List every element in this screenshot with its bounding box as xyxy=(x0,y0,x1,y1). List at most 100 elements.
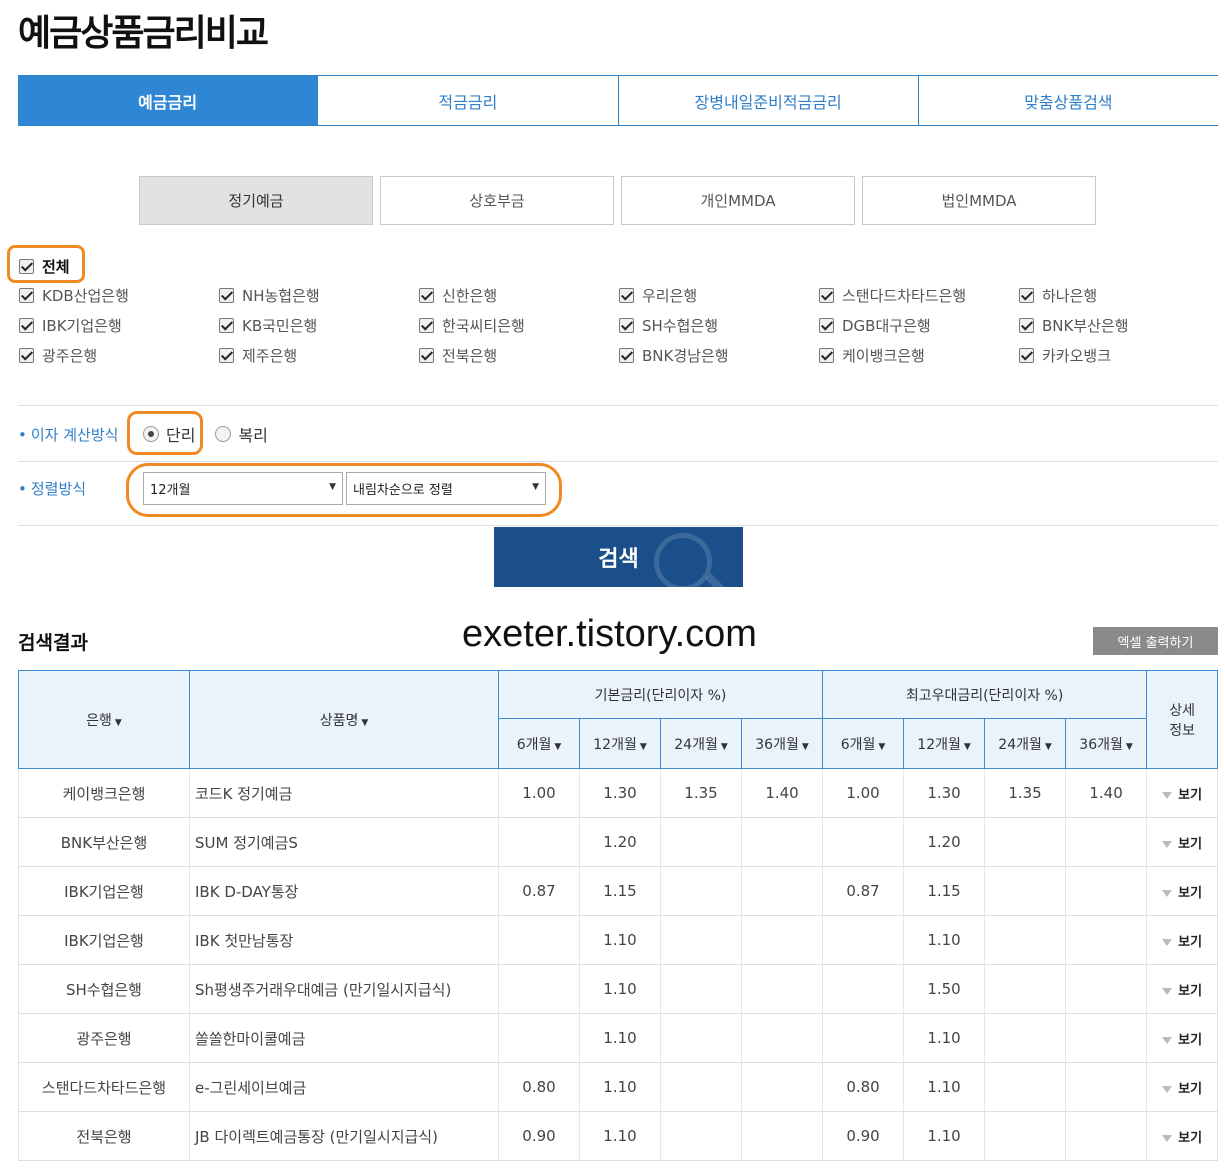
column-header-max-2[interactable]: 24개월 ▼ xyxy=(984,718,1067,769)
view-detail-link[interactable]: 보기 xyxy=(1146,1111,1219,1161)
bank-checkbox[interactable]: 스탠다드차타드은행 xyxy=(819,285,1019,305)
view-detail-link[interactable]: 보기 xyxy=(1146,768,1219,818)
table-row: 스탠다드차타드은행 e-그린세이브예금 0.80 1.10 0.80 1.10 보기 xyxy=(18,1062,1219,1112)
search-button[interactable]: 검색 xyxy=(494,527,743,587)
tab-savings-rate[interactable]: 적금금리 xyxy=(318,75,619,125)
column-header-base-0[interactable]: 6개월 ▼ xyxy=(498,718,580,769)
sort-order-select[interactable]: 내림차순으로 정렬 ▼ xyxy=(346,472,546,505)
cell-max-rate xyxy=(822,817,905,867)
checkbox-checked-icon[interactable] xyxy=(1019,347,1034,363)
triangle-down-icon xyxy=(1162,938,1173,946)
sort-caret-icon: ▼ xyxy=(720,741,728,752)
column-header-max-3[interactable]: 36개월 ▼ xyxy=(1065,718,1148,769)
main-tabs: 예금금리 적금금리 장병내일준비적금금리 맞춤상품검색 xyxy=(18,75,1218,126)
column-header-base-2[interactable]: 24개월 ▼ xyxy=(660,718,742,769)
search-button-label: 검색 xyxy=(598,547,639,572)
checkbox-checked-icon[interactable] xyxy=(419,347,434,363)
bank-checkbox[interactable]: 신한은행 xyxy=(419,285,619,305)
checkbox-checked-icon[interactable] xyxy=(419,317,434,333)
radio-compound-interest[interactable]: 복리 xyxy=(215,422,268,446)
column-header-max-1[interactable]: 12개월 ▼ xyxy=(903,718,986,769)
cell-max-rate xyxy=(1065,817,1148,867)
subtab-mutual-installment[interactable]: 상호부금 xyxy=(380,176,614,225)
tab-deposit-rate[interactable]: 예금금리 xyxy=(18,75,319,125)
view-detail-link[interactable]: 보기 xyxy=(1146,866,1219,916)
bank-checkbox[interactable]: 우리은행 xyxy=(619,285,819,305)
tab-soldier-savings-rate[interactable]: 장병내일준비적금금리 xyxy=(618,75,919,125)
column-header-base-3[interactable]: 36개월 ▼ xyxy=(740,718,824,769)
checkbox-checked-icon[interactable] xyxy=(419,287,434,303)
checkbox-checked-icon[interactable] xyxy=(819,317,834,333)
tab-custom-product-search[interactable]: 맞춤상품검색 xyxy=(918,75,1218,125)
radio-simple-interest[interactable]: 단리 xyxy=(143,422,195,446)
subtab-corporate-mmda[interactable]: 법인MMDA xyxy=(862,176,1096,225)
checkbox-checked-icon[interactable] xyxy=(219,347,234,363)
bank-checkbox[interactable]: BNK경남은행 xyxy=(619,345,819,365)
cell-max-rate: 1.40 xyxy=(1065,768,1148,818)
checkbox-checked-icon[interactable] xyxy=(19,347,34,363)
column-group-max-rate: 최고우대금리(단리이자 %) xyxy=(822,670,1148,719)
view-detail-link[interactable]: 보기 xyxy=(1146,1013,1219,1063)
bank-checkbox[interactable]: 하나은행 xyxy=(1019,285,1219,305)
bank-checkbox[interactable]: 케이뱅크은행 xyxy=(819,345,1019,365)
view-detail-link[interactable]: 보기 xyxy=(1146,964,1219,1014)
checkbox-checked-icon[interactable] xyxy=(219,317,234,333)
cell-product: e-그린세이브예금 xyxy=(189,1062,499,1112)
column-header-base-1[interactable]: 12개월 ▼ xyxy=(579,718,661,769)
bank-checkbox[interactable]: 카카오뱅크 xyxy=(1019,345,1219,365)
bank-checkbox[interactable]: SH수협은행 xyxy=(619,315,819,335)
cell-base-rate: 1.40 xyxy=(741,768,824,818)
radio-unselected-icon[interactable] xyxy=(215,426,232,442)
checkbox-checked-icon[interactable] xyxy=(19,259,34,274)
cell-base-rate xyxy=(660,817,742,867)
checkbox-checked-icon[interactable] xyxy=(619,347,634,363)
column-header-product[interactable]: 상품명 ▼ xyxy=(189,670,499,769)
cell-max-rate xyxy=(1065,1013,1148,1063)
cell-bank: 전북은행 xyxy=(18,1111,190,1161)
watermark-text: exeter.tistory.com xyxy=(462,613,757,655)
bank-checkbox[interactable]: 광주은행 xyxy=(19,345,219,365)
cell-base-rate xyxy=(741,1062,824,1112)
bank-checkbox[interactable]: KDB산업은행 xyxy=(19,285,219,305)
view-detail-link[interactable]: 보기 xyxy=(1146,817,1219,867)
select-all-checkbox[interactable]: 전체 xyxy=(19,256,70,277)
bank-checkbox[interactable]: 제주은행 xyxy=(219,345,419,365)
cell-base-rate xyxy=(741,817,824,867)
bank-checkbox[interactable]: 전북은행 xyxy=(419,345,619,365)
sort-caret-icon: ▼ xyxy=(801,741,809,752)
triangle-down-icon xyxy=(1162,791,1173,799)
checkbox-checked-icon[interactable] xyxy=(819,287,834,303)
sort-caret-icon: ▼ xyxy=(361,717,369,728)
column-header-max-0[interactable]: 6개월 ▼ xyxy=(822,718,905,769)
checkbox-checked-icon[interactable] xyxy=(619,317,634,333)
bank-checkbox[interactable]: KB국민은행 xyxy=(219,315,419,335)
bank-checkbox[interactable]: 한국씨티은행 xyxy=(419,315,619,335)
checkbox-checked-icon[interactable] xyxy=(19,317,34,333)
checkbox-checked-icon[interactable] xyxy=(819,347,834,363)
radio-selected-icon[interactable] xyxy=(143,426,159,442)
checkbox-checked-icon[interactable] xyxy=(619,287,634,303)
cell-base-rate xyxy=(498,915,580,965)
checkbox-checked-icon[interactable] xyxy=(1019,287,1034,303)
column-header-bank[interactable]: 은행 ▼ xyxy=(18,670,190,769)
sort-period-select[interactable]: 12개월 ▼ xyxy=(143,472,343,505)
view-detail-link[interactable]: 보기 xyxy=(1146,1062,1219,1112)
checkbox-checked-icon[interactable] xyxy=(19,287,34,303)
subtab-fixed-deposit[interactable]: 정기예금 xyxy=(139,176,373,225)
bank-checkbox[interactable]: BNK부산은행 xyxy=(1019,315,1219,335)
view-detail-link[interactable]: 보기 xyxy=(1146,915,1219,965)
bank-checkbox-label: BNK부산은행 xyxy=(1042,316,1129,335)
bank-checkbox[interactable]: DGB대구은행 xyxy=(819,315,1019,335)
bank-checkbox[interactable]: IBK기업은행 xyxy=(19,315,219,335)
bank-checkbox-label: SH수협은행 xyxy=(642,316,719,335)
bank-checkbox[interactable]: NH농협은행 xyxy=(219,285,419,305)
table-row: 케이뱅크은행 코드K 정기예금 1.00 1.30 1.35 1.40 1.00 1.30 1.… xyxy=(18,768,1219,818)
cell-base-rate: 1.35 xyxy=(660,768,742,818)
radio-compound-label: 복리 xyxy=(238,426,268,445)
checkbox-checked-icon[interactable] xyxy=(1019,317,1034,333)
checkbox-checked-icon[interactable] xyxy=(219,287,234,303)
cell-product: JB 다이렉트예금통장 (만기일시지급식) xyxy=(189,1111,499,1161)
subtab-personal-mmda[interactable]: 개인MMDA xyxy=(621,176,855,225)
excel-export-button[interactable]: 엑셀 출력하기 xyxy=(1093,627,1218,655)
cell-base-rate: 0.90 xyxy=(498,1111,580,1161)
